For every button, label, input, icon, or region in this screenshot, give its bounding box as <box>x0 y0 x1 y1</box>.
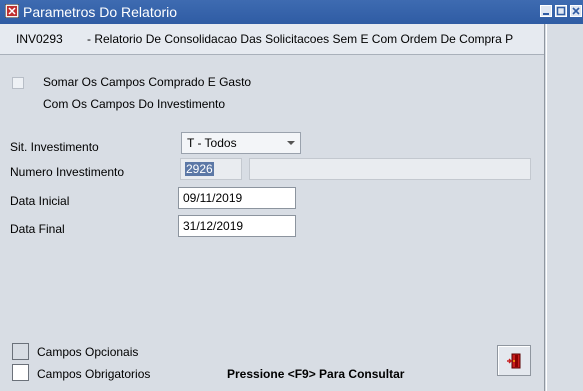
content-divider <box>544 24 545 391</box>
chevron-down-icon <box>287 141 295 145</box>
f9-hint: Pressione <F9> Para Consultar <box>227 367 405 381</box>
window-title: Parametros Do Relatorio <box>23 4 178 20</box>
data-final-input[interactable]: 31/12/2019 <box>178 215 296 237</box>
maximize-icon <box>556 6 566 16</box>
minimize-icon <box>543 13 549 15</box>
optional-fields-swatch <box>12 343 29 360</box>
numero-investimento-input[interactable]: 2926 <box>180 158 242 180</box>
required-fields-label: Campos Obrigatorios <box>37 367 151 381</box>
investimento-description-field[interactable] <box>249 158 531 180</box>
somar-label-line1: Somar Os Campos Comprado E Gasto <box>43 75 252 89</box>
somar-label-line2: Com Os Campos Do Investimento <box>43 97 226 111</box>
data-final-label: Data Final <box>10 222 65 236</box>
exit-door-icon <box>507 353 521 369</box>
numero-investimento-label: Numero Investimento <box>10 165 125 179</box>
report-description: - Relatorio De Consolidacao Das Solicita… <box>87 32 514 46</box>
numero-investimento-value: 2926 <box>185 162 214 176</box>
data-inicial-label: Data Inicial <box>10 194 70 208</box>
data-final-value: 31/12/2019 <box>183 219 244 233</box>
sit-investimento-select[interactable]: T - Todos <box>181 132 301 154</box>
report-code: INV0293 <box>16 32 63 46</box>
report-parameters-window: Parametros Do Relatorio INV0293 - Relato… <box>0 0 583 391</box>
somar-campos-checkbox[interactable] <box>12 77 24 89</box>
data-inicial-input[interactable]: 09/11/2019 <box>178 187 296 209</box>
maximize-button[interactable] <box>555 5 567 17</box>
content-divider-highlight <box>546 24 547 391</box>
report-header: INV0293 - Relatorio De Consolidacao Das … <box>0 24 545 55</box>
sit-investimento-label: Sit. Investimento <box>10 140 99 154</box>
required-fields-swatch <box>12 364 29 381</box>
title-bar[interactable]: Parametros Do Relatorio <box>0 0 583 24</box>
data-inicial-value: 09/11/2019 <box>183 191 243 205</box>
sit-investimento-value: T - Todos <box>187 136 237 150</box>
optional-fields-label: Campos Opcionais <box>37 345 139 359</box>
close-button[interactable] <box>570 5 582 17</box>
minimize-button[interactable] <box>540 5 552 17</box>
exit-button[interactable] <box>497 345 531 376</box>
close-icon <box>572 7 580 15</box>
app-icon <box>5 4 19 18</box>
